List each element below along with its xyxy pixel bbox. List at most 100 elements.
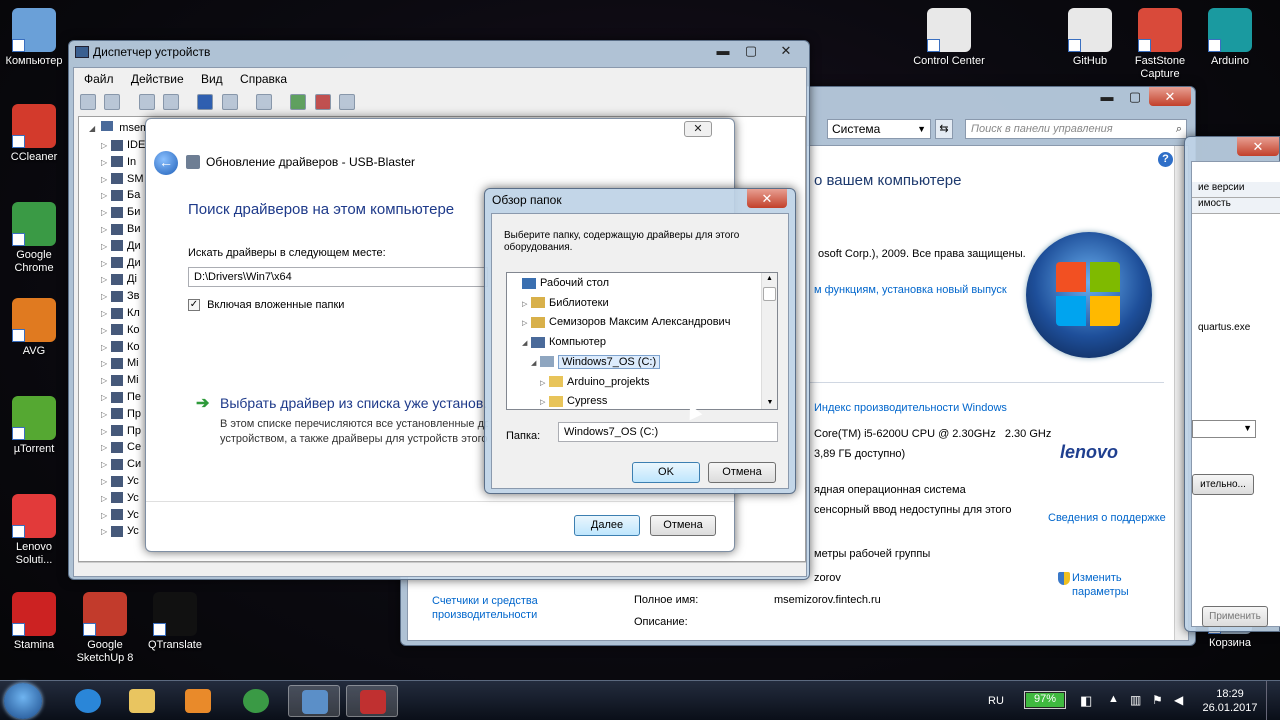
expand-icon[interactable]: ▷ xyxy=(101,238,111,255)
more-button[interactable]: ительно... xyxy=(1192,474,1254,495)
minimize-button[interactable]: ▬ xyxy=(1093,87,1121,106)
expand-icon[interactable]: ▷ xyxy=(101,507,111,524)
next-button[interactable]: Далее xyxy=(574,515,640,536)
folder-tree-item[interactable]: ▷ Arduino_projekts xyxy=(540,374,650,391)
scrollbar[interactable]: ▲ ▼ xyxy=(761,273,777,409)
expand-icon[interactable]: ▷ xyxy=(101,490,111,507)
device-category[interactable]: ▷ Ба xyxy=(101,187,140,204)
tree-arrow-icon[interactable]: ▷ xyxy=(540,375,549,392)
expand-icon[interactable]: ▷ xyxy=(101,187,111,204)
tree-arrow-icon[interactable]: ▷ xyxy=(522,296,531,313)
device-category[interactable]: ▷ Ус xyxy=(101,523,139,540)
taskbar-explorer[interactable] xyxy=(116,685,168,717)
folder-tree-item[interactable]: ▷ Cypress xyxy=(540,393,607,409)
cancel-button[interactable]: Отмена xyxy=(650,515,716,536)
close-button[interactable]: ✕ xyxy=(769,41,803,60)
device-category[interactable]: ▷ Ус xyxy=(101,507,139,524)
properties-icon[interactable] xyxy=(138,94,155,110)
desktop-icon[interactable]: µTorrent xyxy=(0,396,71,456)
device-category[interactable]: ▷ Ус xyxy=(101,490,139,507)
desktop-icon[interactable]: Google Chrome xyxy=(0,202,71,275)
expand-icon[interactable]: ▷ xyxy=(101,221,111,238)
expand-icon[interactable]: ▷ xyxy=(101,355,111,372)
taskbar-control-panel[interactable] xyxy=(288,685,340,717)
performance-tools-link[interactable]: Счетчики и средства производительности xyxy=(432,594,538,622)
tree-arrow-icon[interactable]: ▷ xyxy=(540,394,549,409)
taskbar-device-manager[interactable] xyxy=(346,685,398,717)
checkbox-checked-icon[interactable]: ✓ xyxy=(188,299,200,312)
expand-icon[interactable]: ▷ xyxy=(101,271,111,288)
maximize-button[interactable]: ▢ xyxy=(737,41,765,60)
expand-icon[interactable]: ▷ xyxy=(101,473,111,490)
desktop-icon[interactable]: Stamina xyxy=(0,592,71,652)
new-features-link[interactable]: м функциям, установка новый выпуск xyxy=(814,284,1007,296)
scan-icon[interactable] xyxy=(256,94,273,110)
clock[interactable]: 18:29 26.01.2017 xyxy=(1200,687,1260,715)
scroll-down-icon[interactable]: ▼ xyxy=(762,397,777,409)
device-category[interactable]: ▷ Ви xyxy=(101,221,140,238)
menu-help[interactable]: Справка xyxy=(240,72,287,86)
folder-tree-item[interactable]: ▷ Библиотеки xyxy=(522,295,609,312)
expand-icon[interactable]: ▷ xyxy=(101,439,111,456)
expand-icon[interactable]: ▷ xyxy=(101,372,111,389)
chevron-down-icon[interactable]: ▼ xyxy=(917,120,926,138)
desktop-icon[interactable]: FastStone Capture xyxy=(1123,8,1197,81)
close-button[interactable]: ✕ xyxy=(1237,137,1279,156)
device-category[interactable]: ▷ Се xyxy=(101,439,141,456)
taskbar-media-player[interactable] xyxy=(172,685,224,717)
device-category[interactable]: ▷ Mi xyxy=(101,355,139,372)
expand-icon[interactable]: ▷ xyxy=(101,423,111,440)
device-category[interactable]: ▷ Пр xyxy=(101,406,141,423)
network-status-icon[interactable]: ▥ xyxy=(1130,693,1141,707)
support-info-link[interactable]: Сведения о поддержке xyxy=(1048,512,1166,524)
expand-icon[interactable]: ▷ xyxy=(101,389,111,406)
hidden-icons-icon[interactable]: ▲ xyxy=(1108,693,1119,705)
update-driver-icon[interactable] xyxy=(290,94,307,110)
details-icon[interactable] xyxy=(221,94,238,110)
performance-index-link[interactable]: Индекс производительности Windows xyxy=(814,402,1007,414)
close-button[interactable]: ✕ xyxy=(684,121,712,137)
desktop-icon[interactable]: GitHub xyxy=(1053,8,1127,68)
device-category[interactable]: ▷ Пр xyxy=(101,423,141,440)
driver-path-input[interactable]: D:\Drivers\Win7\x64 xyxy=(188,267,488,287)
help-icon[interactable] xyxy=(197,94,214,110)
desktop-icon[interactable]: AVG xyxy=(0,298,71,358)
device-category[interactable]: ▷ Ди xyxy=(101,238,141,255)
desktop-icon[interactable]: Arduino xyxy=(1193,8,1267,68)
volume-icon[interactable]: ◀ xyxy=(1174,693,1183,707)
device-category[interactable]: ▷ Ко xyxy=(101,339,140,356)
device-category[interactable]: ▷ Би xyxy=(101,204,140,221)
device-category[interactable]: ▷ SM xyxy=(101,171,144,188)
taskbar-ie[interactable] xyxy=(62,685,114,717)
flag-icon[interactable]: ⚑ xyxy=(1152,693,1163,707)
forward-icon[interactable] xyxy=(104,94,121,110)
pick-from-list-link[interactable]: Выбрать драйвер из списка уже установ... xyxy=(220,395,488,411)
device-category[interactable]: ▷ Кл xyxy=(101,305,140,322)
desktop-icon[interactable]: Control Center xyxy=(912,8,986,68)
uninstall-icon[interactable] xyxy=(339,94,356,110)
expand-icon[interactable]: ▷ xyxy=(101,305,111,322)
desktop-icon[interactable]: CCleaner xyxy=(0,104,71,164)
address-bar[interactable]: Система ▼ xyxy=(827,119,931,139)
device-category[interactable]: ▷ Дi xyxy=(101,271,137,288)
expand-icon[interactable]: ▷ xyxy=(101,255,111,272)
cancel-button[interactable]: Отмена xyxy=(708,462,776,483)
language-indicator[interactable]: RU xyxy=(988,695,1004,707)
expand-icon[interactable]: ▷ xyxy=(101,171,111,188)
start-button[interactable] xyxy=(4,683,42,719)
include-subfolders-checkbox[interactable]: ✓ Включая вложенные папки xyxy=(188,299,344,312)
help-icon[interactable]: ? xyxy=(1158,152,1173,167)
folder-input[interactable]: Windows7_OS (C:) xyxy=(558,422,778,442)
expand-icon[interactable]: ▷ xyxy=(101,154,111,171)
tab-compat[interactable]: имость xyxy=(1192,198,1280,214)
ok-button[interactable]: OK xyxy=(632,462,700,483)
desktop-icon[interactable]: Google SketchUp 8 xyxy=(68,592,142,665)
tree-arrow-icon[interactable]: ◢ xyxy=(522,335,531,352)
close-button[interactable]: ✕ xyxy=(1149,87,1191,106)
device-category[interactable]: ▷ Ко xyxy=(101,322,140,339)
change-params-link[interactable]: Изменить параметры xyxy=(1072,571,1129,599)
device-category[interactable]: ▷ IDE xyxy=(101,137,145,154)
scroll-thumb[interactable] xyxy=(763,287,776,301)
expand-icon[interactable]: ▷ xyxy=(101,523,111,540)
battery-indicator[interactable]: 97% xyxy=(1024,691,1066,709)
